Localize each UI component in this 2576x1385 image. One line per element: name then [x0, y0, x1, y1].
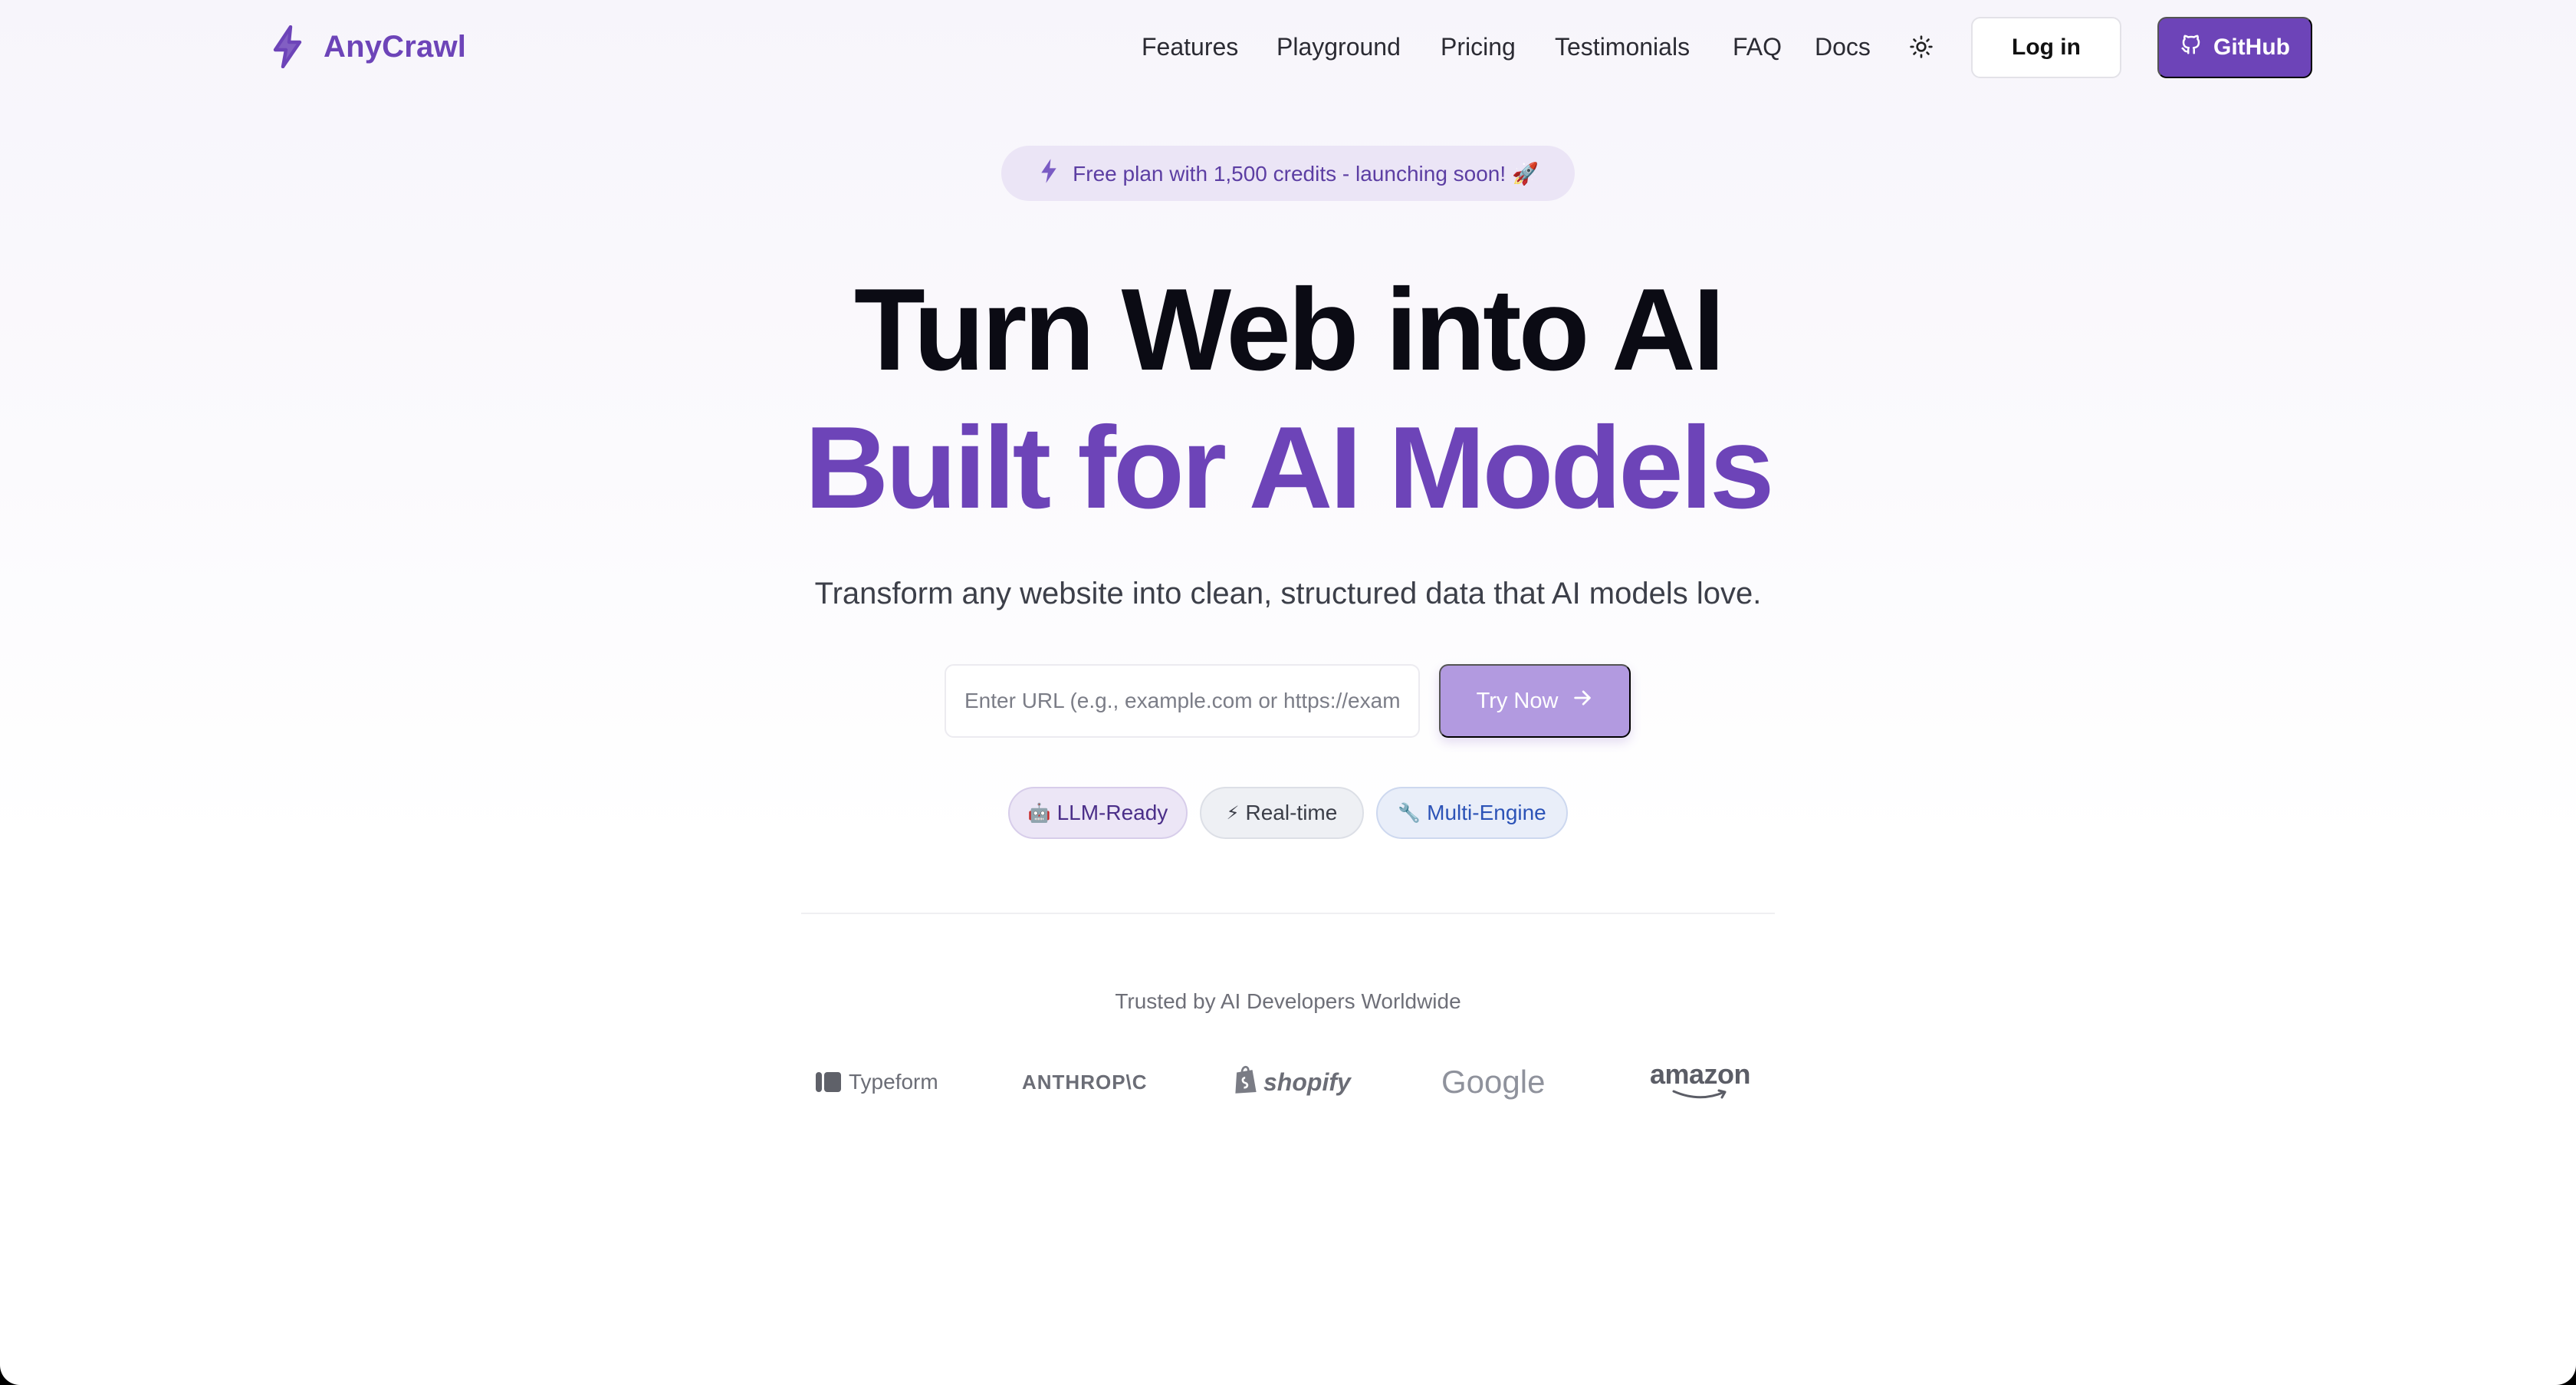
lightning-bolt-icon — [1037, 158, 1060, 189]
hero-title-accent: Built for AI Models — [804, 403, 1775, 533]
sun-icon — [1909, 35, 1934, 61]
amazon-logo-text: amazon — [1650, 1058, 1751, 1090]
amazon-smile-icon — [1671, 1089, 1730, 1105]
announcement-text: Free plan with 1,500 credits - launching… — [1073, 161, 1539, 186]
login-button[interactable]: Log in — [1971, 17, 2121, 78]
brand-logo-link[interactable]: AnyCrawl — [268, 25, 466, 69]
tag-label: Multi-Engine — [1427, 801, 1546, 824]
github-button-label: GitHub — [2213, 35, 2290, 60]
try-now-label: Try Now — [1476, 688, 1559, 713]
typeform-logo: Typeform — [816, 1057, 938, 1107]
tag-real-time: ⚡ Real-time — [1200, 787, 1364, 839]
tag-label: Real-time — [1245, 801, 1338, 824]
url-input[interactable] — [945, 664, 1420, 738]
lightning-bolt-icon — [268, 25, 307, 68]
shopify-logo-text: shopify — [1263, 1068, 1351, 1096]
tag-llm-ready: 🤖 LLM-Ready — [1008, 787, 1188, 839]
hero-title: Turn Web into AI — [853, 265, 1725, 395]
github-button[interactable]: GitHub — [2157, 17, 2312, 78]
brand-name: AnyCrawl — [324, 29, 467, 64]
tag-label: LLM-Ready — [1056, 801, 1168, 824]
page: AnyCrawl Features Playground Pricing Tes… — [0, 0, 2576, 1385]
google-logo-text: Google — [1441, 1064, 1546, 1100]
typeform-mark-icon — [816, 1072, 841, 1092]
try-now-button[interactable]: Try Now — [1439, 664, 1631, 738]
github-icon — [2180, 33, 2203, 62]
nav-link-docs[interactable]: Docs — [1815, 29, 1871, 64]
arrow-right-icon — [1572, 687, 1593, 715]
google-logo: Google — [1441, 1057, 1545, 1107]
nav-link-playground[interactable]: Playground — [1276, 29, 1401, 64]
nav-link-pricing[interactable]: Pricing — [1441, 29, 1516, 64]
lightning-icon: ⚡ — [1226, 802, 1240, 824]
nav-link-features[interactable]: Features — [1142, 29, 1238, 64]
hero-subtitle: Transform any website into clean, struct… — [814, 577, 1762, 610]
anthropic-logo: ANTHROP\C — [1022, 1057, 1148, 1107]
shopify-logo: shopify — [1233, 1057, 1351, 1107]
robot-icon: 🤖 — [1027, 802, 1051, 824]
nav-link-testimonials[interactable]: Testimonials — [1555, 29, 1690, 64]
anthropic-logo-text: ANTHROP\C — [1022, 1070, 1148, 1094]
theme-toggle-button[interactable] — [1907, 34, 1935, 61]
typeform-logo-text: Typeform — [849, 1070, 938, 1094]
wrench-icon: 🔧 — [1398, 802, 1421, 824]
announcement-badge[interactable]: Free plan with 1,500 credits - launching… — [1001, 146, 1575, 201]
shopify-bag-icon — [1233, 1063, 1259, 1101]
section-divider — [801, 913, 1775, 914]
nav-link-faq[interactable]: FAQ — [1733, 29, 1782, 64]
tag-multi-engine: 🔧 Multi-Engine — [1376, 787, 1568, 839]
top-navigation: AnyCrawl Features Playground Pricing Tes… — [0, 0, 2576, 94]
amazon-logo: amazon — [1650, 1057, 1751, 1107]
trusted-heading: Trusted by AI Developers Worldwide — [1115, 989, 1461, 1013]
